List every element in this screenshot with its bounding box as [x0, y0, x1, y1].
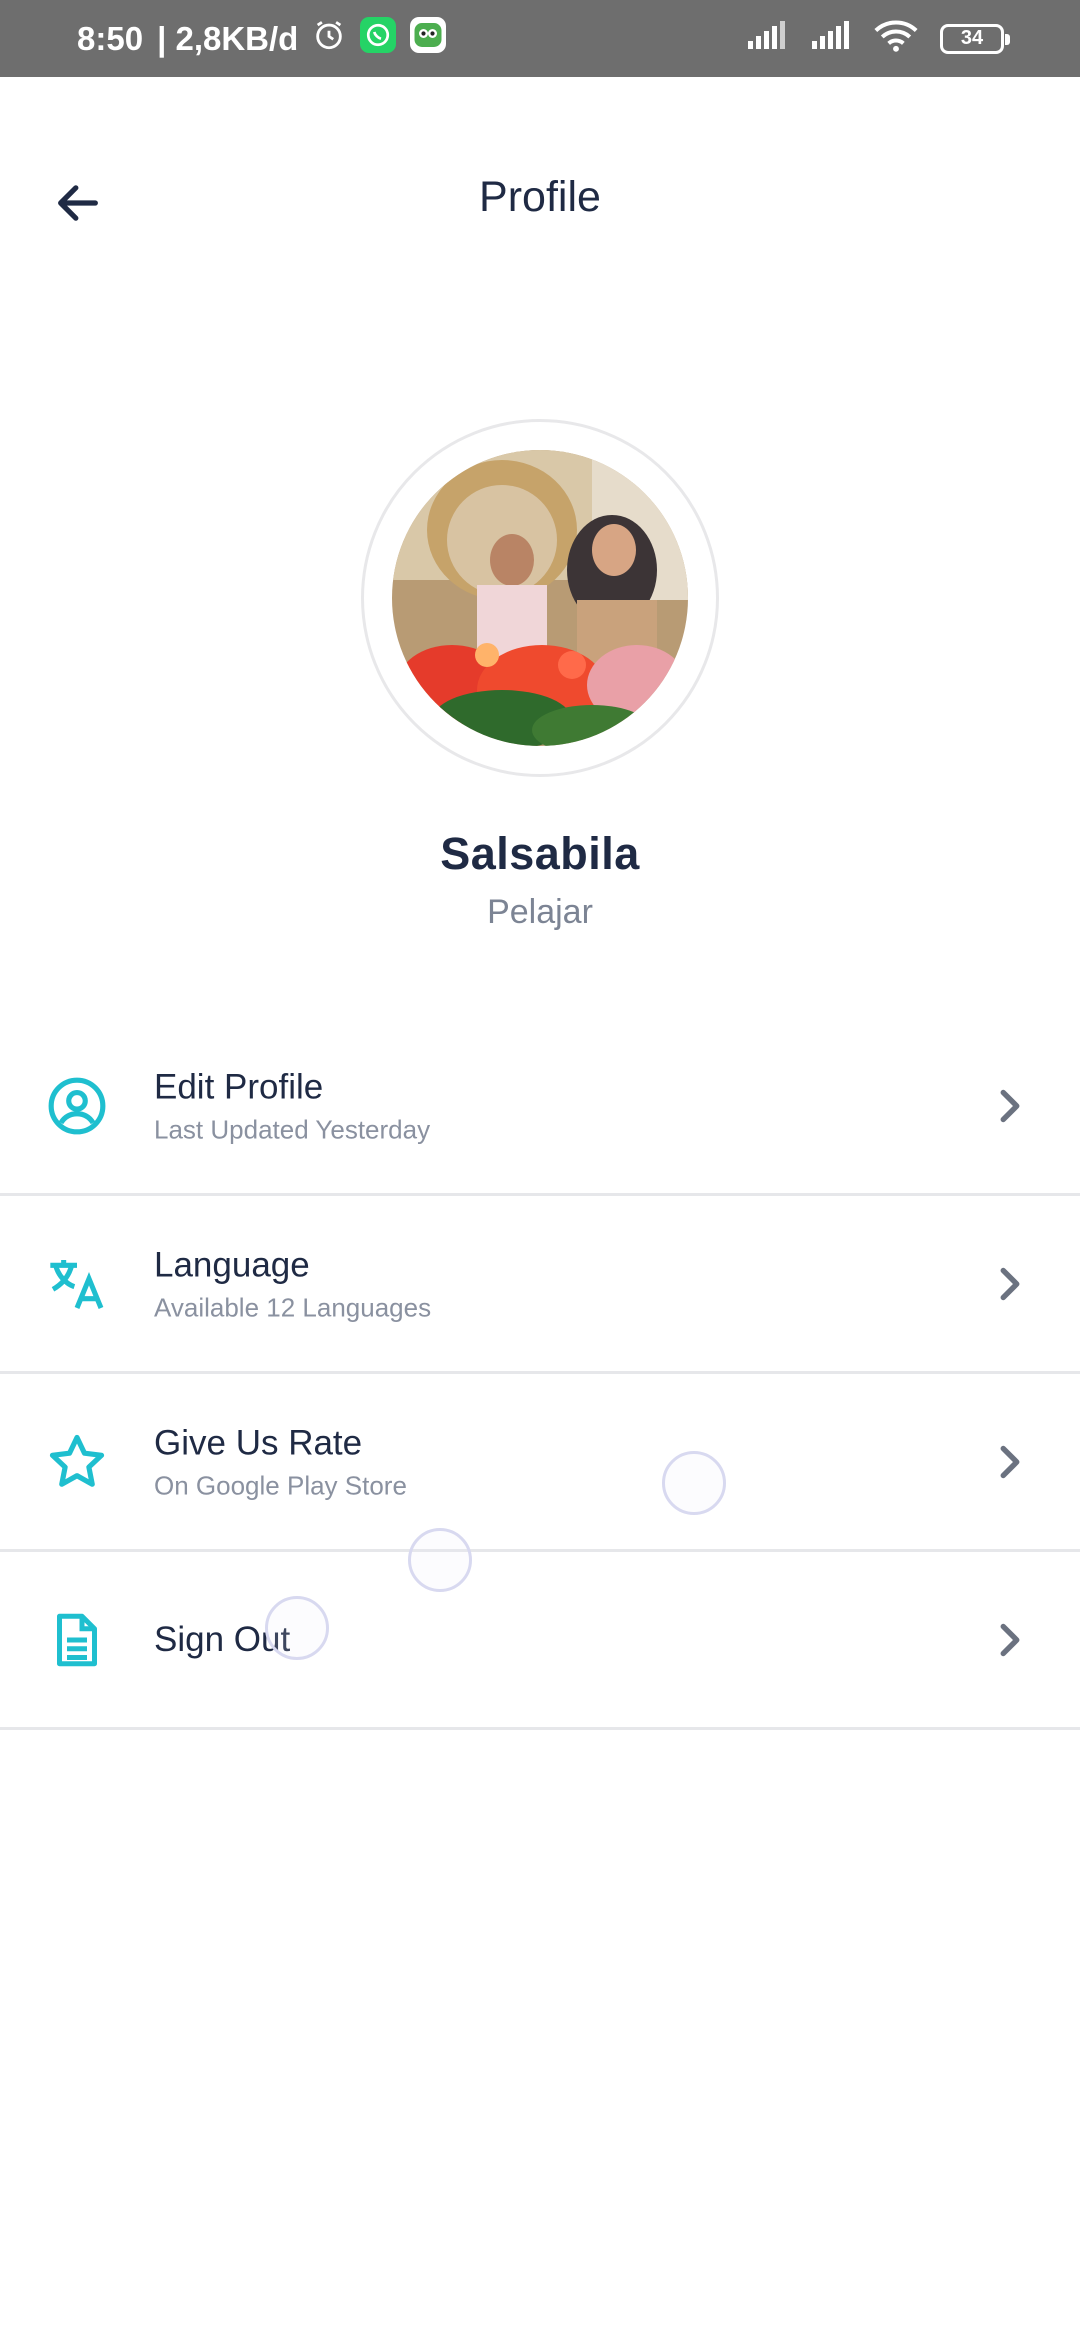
status-bar: 8:50 | 2,8KB/d 34: [0, 0, 1080, 77]
menu-item-title: Language: [154, 1244, 310, 1284]
status-time: 8:50: [77, 19, 144, 57]
user-circle-icon: [40, 1069, 114, 1143]
menu-item-subtitle: On Google Play Store: [154, 1469, 407, 1500]
status-network-speed: | 2,8KB/d: [157, 19, 299, 57]
menu-item-subtitle: Available 12 Languages: [154, 1291, 432, 1322]
menu-item-edit-profile[interactable]: Edit Profile Last Updated Yesterday: [0, 1018, 1080, 1196]
profile-name: Salsabila: [440, 828, 640, 879]
menu-item-language[interactable]: Language Available 12 Languages: [0, 1196, 1080, 1374]
alarm-icon: [312, 18, 346, 60]
translate-icon: [40, 1247, 114, 1321]
signal-icon: [746, 21, 788, 56]
menu-item-give-us-rate[interactable]: Give Us Rate On Google Play Store: [0, 1374, 1080, 1552]
page-title: Profile: [479, 173, 601, 221]
star-icon: [40, 1425, 114, 1499]
menu-item-title: Give Us Rate: [154, 1422, 363, 1462]
menu-item-sign-out[interactable]: Sign Out: [0, 1552, 1080, 1730]
profile-role: Pelajar: [487, 893, 593, 931]
menu-item-subtitle: Last Updated Yesterday: [154, 1113, 431, 1144]
chevron-right-icon: [990, 1620, 1030, 1660]
avatar-frame: [361, 419, 719, 777]
touch-indicator: [265, 1596, 329, 1660]
battery-level: 34: [960, 27, 984, 49]
battery-icon: 34: [940, 23, 1010, 54]
chevron-right-icon: [990, 1086, 1030, 1126]
profile-menu: Edit Profile Last Updated Yesterday Lang…: [0, 1018, 1080, 1730]
whatsapp-icon: [360, 16, 397, 61]
chevron-right-icon: [990, 1264, 1030, 1304]
avatar[interactable]: [392, 450, 688, 746]
menu-item-title: Edit Profile: [154, 1066, 324, 1106]
wifi-icon: [874, 19, 918, 58]
chevron-right-icon: [990, 1442, 1030, 1482]
touch-indicator: [662, 1451, 726, 1515]
app-notification-icon: [410, 16, 447, 61]
app-bar: Profile: [0, 77, 1080, 317]
signal-icon: [810, 21, 852, 56]
touch-indicator: [408, 1528, 472, 1592]
document-icon: [40, 1603, 114, 1677]
